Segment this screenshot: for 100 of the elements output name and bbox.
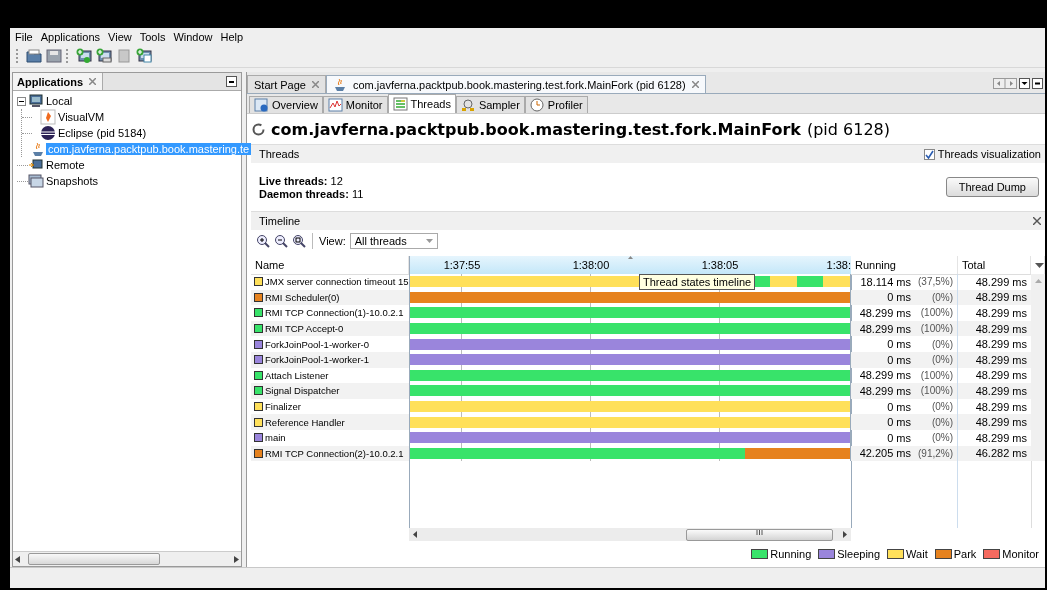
info-window-icon: [254, 98, 269, 112]
right-arrow-icon[interactable]: [843, 531, 847, 538]
running-time: 48.299 ms: [859, 307, 911, 319]
zoom-fit-icon[interactable]: [292, 234, 306, 248]
snapshot-icon: [28, 173, 44, 189]
view-tab[interactable]: Monitor: [322, 96, 388, 113]
document-tab[interactable]: com.javferna.packtpub.book.mastering.test.fork.MainFork (pid 6128): [326, 75, 706, 93]
running-percent: (0%): [930, 432, 953, 444]
total-time: 48.299 ms: [975, 338, 1027, 351]
time-tick: 1:38:05: [701, 259, 739, 271]
running-percent: (0%): [930, 416, 953, 428]
total-time: 48.299 ms: [975, 353, 1027, 366]
thread-count: Daemon threads: 11: [259, 187, 364, 200]
section-title: Timeline: [259, 215, 301, 227]
minimize-icon[interactable]: [226, 76, 237, 87]
vertical-scrollbar[interactable]: [1031, 274, 1045, 462]
legend-label: Park: [953, 548, 977, 560]
column-header[interactable]: Running: [851, 256, 958, 275]
coffee-cup-icon: [30, 141, 46, 157]
running-percent: (100%): [919, 307, 953, 319]
total-time: 48.299 ms: [975, 322, 1027, 335]
tree-item[interactable]: Eclipse (pid 5184): [56, 127, 149, 139]
add-computer-icon[interactable]: [76, 48, 92, 64]
zoom-in-icon[interactable]: [256, 234, 270, 248]
horizontal-scrollbar[interactable]: [409, 528, 851, 541]
clock-icon: [529, 98, 545, 112]
dropdown-icon[interactable]: [1019, 78, 1030, 89]
view-tab[interactable]: Sampler: [455, 96, 525, 113]
checkbox[interactable]: [923, 148, 935, 160]
panel-title: Applications: [17, 75, 83, 88]
horizontal-scrollbar[interactable]: [13, 551, 241, 566]
thread-name: main: [265, 432, 286, 444]
tab-label: Threads: [410, 98, 451, 110]
tab-label: Sampler: [478, 99, 520, 111]
close-icon[interactable]: [312, 81, 319, 88]
total-time: 48.299 ms: [975, 384, 1027, 397]
view-dropdown[interactable]: All threads: [349, 233, 438, 249]
running-percent: (100%): [919, 323, 953, 335]
running-percent: (0%): [930, 338, 953, 350]
menu-item[interactable]: Applications: [40, 30, 101, 43]
folder-icon[interactable]: [26, 48, 42, 64]
thread-name: RMI TCP Connection(1)-10.0.2.1: [265, 307, 404, 319]
total-time: 48.299 ms: [975, 307, 1027, 319]
column-header[interactable]: Total: [958, 256, 1031, 275]
view-tab[interactable]: Overview: [249, 96, 323, 113]
menu-item[interactable]: View: [108, 30, 132, 43]
running-time: 48.299 ms: [859, 369, 911, 382]
column-header[interactable]: Name: [251, 256, 409, 275]
tree-item[interactable]: VisualVM: [56, 111, 107, 123]
document-tab[interactable]: Start Page: [247, 75, 326, 93]
minimize-icon[interactable]: [1032, 78, 1043, 89]
view-tab[interactable]: Threads: [387, 94, 456, 113]
running-percent: (100%): [919, 369, 953, 381]
menu-item[interactable]: Window: [173, 30, 213, 43]
tab-label: com.javferna.packtpub.book.mastering.test.fork.MainFork (pid 6128): [353, 78, 686, 91]
collapse-icon[interactable]: [17, 96, 26, 106]
section-title: Threads: [259, 148, 300, 160]
sort-indicator-icon: [628, 256, 633, 259]
menu-item[interactable]: File: [15, 30, 33, 43]
left-arrow-icon[interactable]: [15, 555, 20, 563]
thread-name: ForkJoinPool-1-worker-0: [265, 338, 369, 350]
running-time: 0 ms: [887, 353, 911, 366]
total-time: 48.299 ms: [975, 291, 1027, 304]
thread-dump-button[interactable]: Thread Dump: [945, 177, 1039, 197]
left-arrow-icon[interactable]: [413, 531, 417, 538]
zoom-out-icon[interactable]: [274, 234, 288, 248]
close-icon[interactable]: [1033, 217, 1041, 225]
total-time: 48.299 ms: [975, 400, 1027, 413]
checkmark-icon: [924, 149, 934, 159]
app-logo-icon: [40, 109, 56, 125]
legend-label: Monitor: [1002, 548, 1039, 560]
thread-name: ForkJoinPool-1-worker-1: [265, 354, 369, 366]
thread-name: Attach Listener: [265, 369, 329, 381]
tree-item[interactable]: Remote: [44, 159, 87, 171]
total-time: 48.299 ms: [975, 369, 1027, 382]
tree-item[interactable]: Local: [44, 95, 75, 107]
thread-name: JMX server connection timeout 15: [265, 276, 409, 288]
right-arrow-icon[interactable]: [234, 555, 239, 563]
close-icon[interactable]: [89, 78, 96, 85]
tree-item[interactable]: Snapshots: [44, 175, 100, 187]
add-window-icon[interactable]: [136, 48, 152, 64]
legend-label: Wait: [906, 548, 928, 560]
checkbox-label: Threads visualization: [937, 148, 1041, 160]
running-time: 0 ms: [887, 400, 911, 413]
thread-count: Live threads: 12: [259, 174, 344, 187]
view-tab[interactable]: Profiler: [524, 96, 588, 113]
running-percent: (0%): [930, 354, 953, 366]
close-icon[interactable]: [691, 81, 699, 88]
panel-tab[interactable]: Applications: [13, 73, 103, 90]
thread-name: RMI Scheduler(0): [265, 291, 340, 303]
running-time: 42.205 ms: [859, 447, 911, 460]
thread-name: RMI TCP Accept-0: [265, 323, 344, 335]
chart-icon: [327, 98, 343, 112]
menu-item[interactable]: Help: [220, 30, 244, 43]
menu-item[interactable]: Tools: [139, 30, 166, 43]
dropdown-icon[interactable]: [1035, 262, 1044, 268]
thread-name: Reference Handler: [265, 416, 345, 428]
total-time: 46.282 ms: [975, 447, 1027, 460]
add-computer-icon[interactable]: [96, 48, 112, 64]
running-percent: (37,5%): [917, 276, 953, 288]
